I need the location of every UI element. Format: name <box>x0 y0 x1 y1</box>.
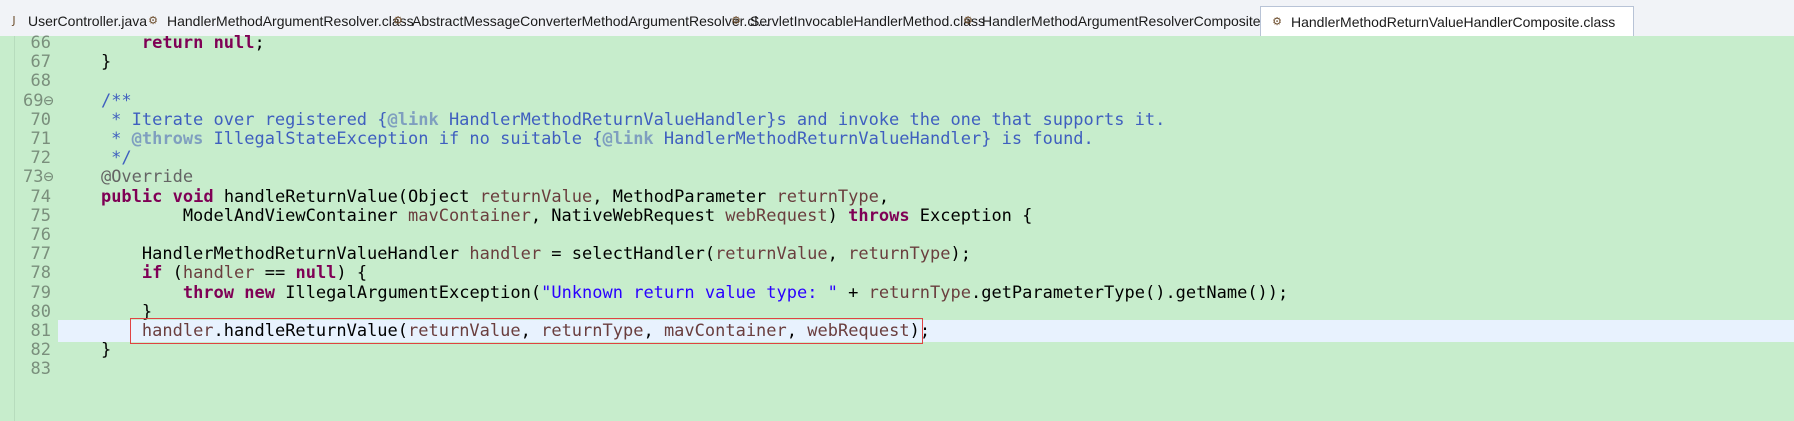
code-token: returnType <box>848 244 951 265</box>
code-token: ) <box>827 205 849 226</box>
code-token: returnType <box>541 321 644 341</box>
code-token: } <box>60 340 112 361</box>
code-token: returnValue <box>479 186 593 207</box>
code-token: @link <box>387 109 439 130</box>
code-token: returnValue <box>408 321 521 341</box>
code-token: void <box>172 186 214 207</box>
code-token: IllegalStateException if no suitable { <box>203 129 603 149</box>
code-editor[interactable]: 66 return null; 67 } 68 69⊖ /** 70 * Iterate… <box>0 33 1794 421</box>
code-token: returnType <box>776 186 879 207</box>
code-token: mavContainer <box>408 205 531 226</box>
class-file-icon: ⚙ <box>731 14 741 27</box>
code-token: == <box>254 263 296 284</box>
code-token: handler <box>141 321 214 341</box>
tab-label: HandlerMethodReturnValueHandlerComposite… <box>1291 14 1616 30</box>
code-token: ); <box>909 321 931 341</box>
code-token: handleReturnValue(Object <box>213 186 480 207</box>
class-file-icon: ⚙ <box>393 14 403 27</box>
code-token: /** <box>100 90 132 111</box>
code-token: @Override <box>100 167 194 188</box>
code-token: + <box>837 282 869 303</box>
code-token: @link <box>602 129 654 149</box>
code-token: ) { <box>336 263 368 284</box>
code-token: handler <box>182 263 255 284</box>
tab-4[interactable]: ⚙ HandlerMethodArgumentResolverComposite.… <box>960 8 1296 34</box>
code-token: = selectHandler( <box>541 244 716 265</box>
code-token: returnValue <box>715 244 828 265</box>
code-token: , <box>827 244 849 265</box>
code-token: webRequest <box>725 205 828 226</box>
tab-0[interactable]: J UserController.java <box>6 8 147 34</box>
code-token: "Unknown return value type: " <box>541 282 838 303</box>
code-token: handler <box>469 244 542 265</box>
code-token: , MethodParameter <box>592 186 777 207</box>
tab-2[interactable]: ⚙ AbstractMessageConverterMethodArgumentR… <box>390 8 769 34</box>
java-file-icon: J <box>12 14 16 27</box>
code-token: ( <box>162 263 183 284</box>
tab-label: UserController.java <box>28 13 148 29</box>
code-token: new <box>244 282 275 303</box>
code-token: public <box>100 186 163 207</box>
code-token: IllegalArgumentException( <box>274 282 542 303</box>
code-token: * Iterate over registered { <box>60 109 388 130</box>
code-token: ModelAndViewContainer <box>60 205 408 226</box>
code-token: null <box>295 263 337 284</box>
tab-label: AbstractMessageConverterMethodArgumentRe… <box>412 13 770 29</box>
tab-label: ServletInvocableHandlerMethod.class <box>750 13 986 29</box>
tab-1[interactable]: ⚙ HandlerMethodArgumentResolver.class <box>145 8 414 34</box>
tab-label: HandlerMethodArgumentResolver.class <box>167 13 414 29</box>
code-token: HandlerMethodReturnValueHandler <box>60 244 470 265</box>
code-token: , <box>643 321 664 341</box>
code-token: throws <box>848 205 910 226</box>
class-file-icon: ⚙ <box>1272 15 1282 28</box>
code-token: HandlerMethodReturnValueHandler} is foun… <box>653 129 1094 149</box>
code-token: ; <box>254 33 265 53</box>
code-token: throw <box>182 282 235 303</box>
class-file-icon: ⚙ <box>148 14 158 27</box>
code-token: , <box>520 321 542 341</box>
code-token: * <box>60 129 132 149</box>
code-token: , <box>786 321 808 341</box>
code-line[interactable]: 83 <box>0 358 1794 380</box>
code-token: HandlerMethodReturnValueHandler}s and in… <box>438 109 1166 130</box>
tab-3[interactable]: ⚙ ServletInvocableHandlerMethod.class <box>728 8 985 34</box>
class-file-icon: ⚙ <box>963 14 973 27</box>
code-token: return <box>141 33 204 53</box>
code-token: returnType <box>868 282 971 303</box>
code-token: null <box>213 33 255 53</box>
code-token: */ <box>60 148 132 169</box>
line-number: 83 <box>30 359 51 380</box>
code-token: Exception { <box>909 205 1033 226</box>
code-token: if <box>141 263 163 284</box>
tab-label: HandlerMethodArgumentResolverComposite.c… <box>982 13 1297 29</box>
code-token: mavContainer <box>663 321 787 341</box>
code-token: , NativeWebRequest <box>530 205 726 226</box>
code-token: @throws <box>131 129 204 149</box>
code-token: webRequest <box>807 321 910 341</box>
code-token: .handleReturnValue( <box>213 321 409 341</box>
code-token: ); <box>950 244 971 265</box>
code-token: } <box>60 52 112 73</box>
code-token: .getParameterType().getName()); <box>970 282 1289 303</box>
code-token: , <box>878 186 890 207</box>
